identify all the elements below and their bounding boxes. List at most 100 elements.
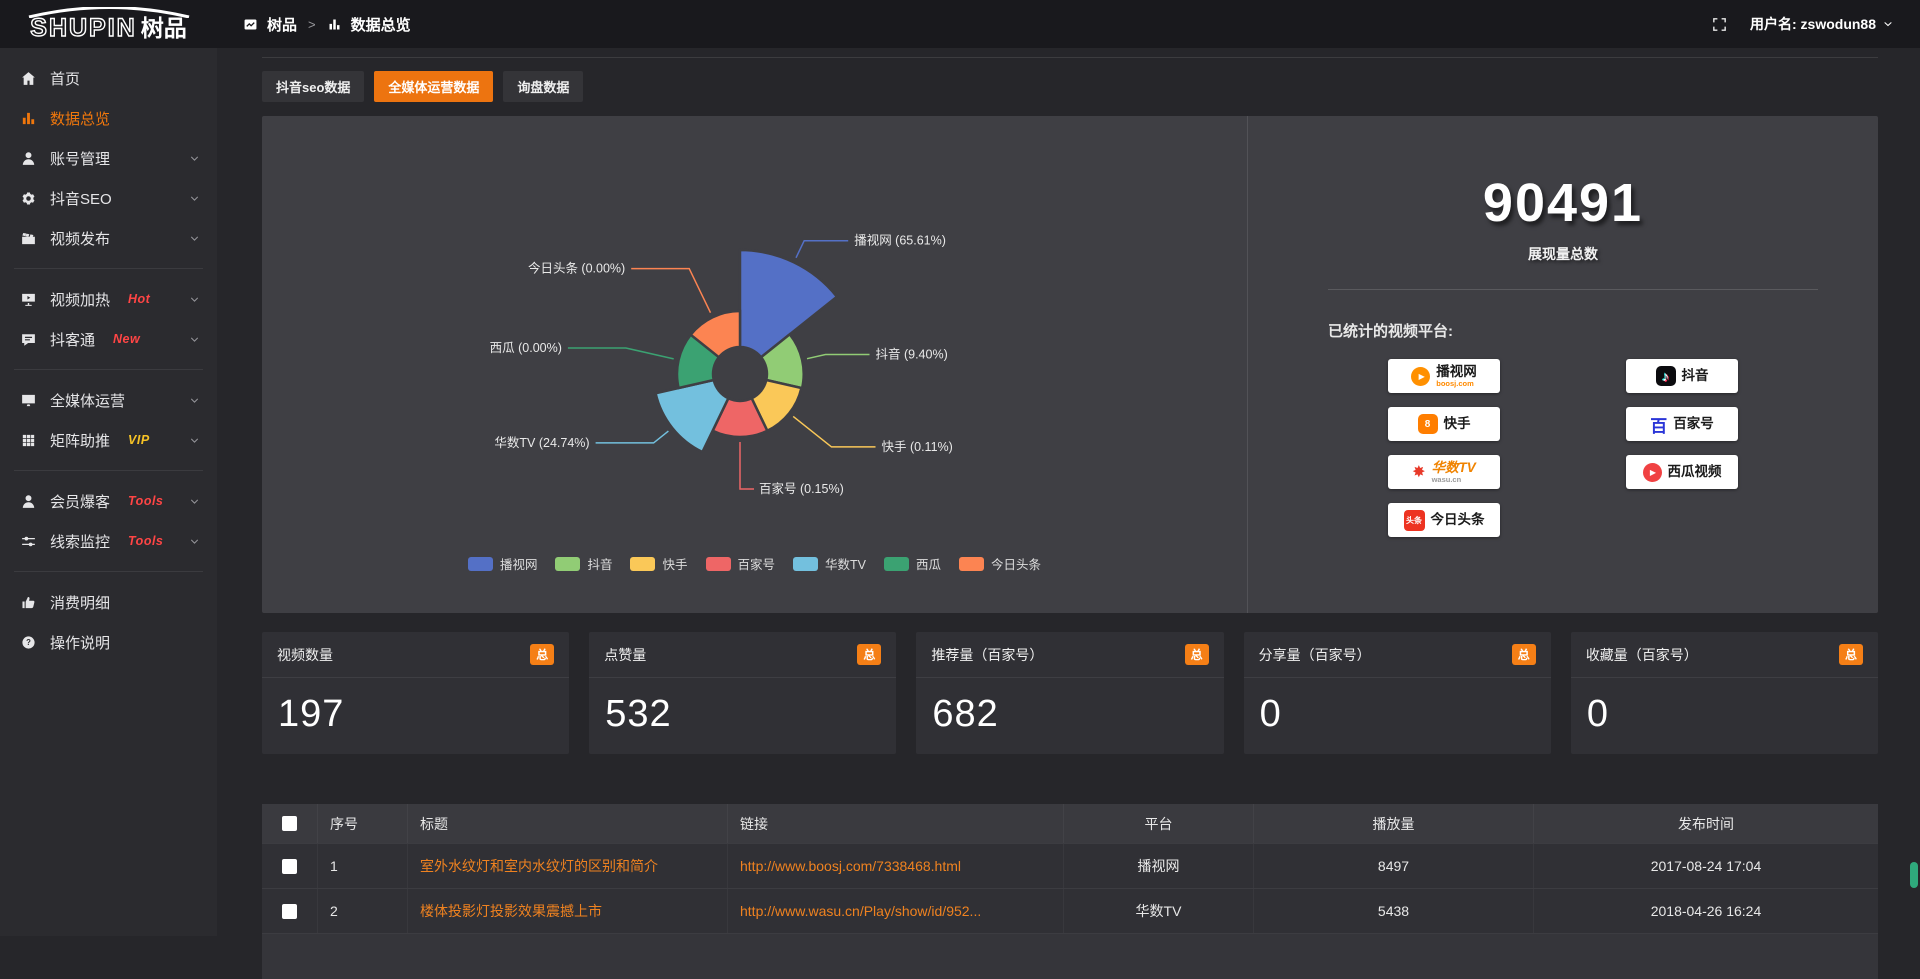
username-label: 用户名: zswodun88 [1750,14,1876,34]
sidebar-item-consume-detail[interactable]: 消费明细 [0,582,217,622]
cell-time: 2017-08-24 17:04 [1534,844,1878,888]
legend-item-wasu[interactable]: 华数TV [793,554,866,573]
legend-item-toutiao[interactable]: 今日头条 [959,554,1041,573]
breadcrumb-current[interactable]: 数据总览 [351,14,411,35]
legend-item-kuaishou[interactable]: 快手 [630,554,687,573]
stat-card-value: 0 [1244,678,1551,751]
clapper-icon [20,230,37,247]
column-header-time: 发布时间 [1534,804,1878,843]
tab-inquiry-data[interactable]: 询盘数据 [503,71,583,102]
stat-card-total-badge[interactable]: 总 [1512,644,1536,665]
stat-card-value: 0 [1571,678,1878,751]
legend-chip [630,557,655,571]
legend-item-boosj[interactable]: 播视网 [468,554,538,573]
stat-card-recommend-count: 推荐量（百家号） 总 682 [916,632,1223,754]
sidebar-item-label: 数据总览 [50,108,110,129]
stat-card-total-badge[interactable]: 总 [530,644,554,665]
stat-card-total-badge[interactable]: 总 [1839,644,1863,665]
select-all-checkbox[interactable] [282,816,297,831]
pie-label: 华数TV (24.74%) [494,435,589,450]
platform-badge-kuaishou[interactable]: 8 快手 [1388,407,1500,441]
pie-label: 今日头条 (0.00%) [528,261,625,276]
main-content: 抖音seo数据全媒体运营数据询盘数据 播视网 (65.61%)抖音 (9.40%… [217,48,1920,936]
legend-chip [468,557,493,571]
video-url-link[interactable]: http://www.boosj.com/7338468.html [740,858,961,874]
platform-badge-toutiao[interactable]: 头条 今日头条 [1388,503,1500,537]
breadcrumb-root[interactable]: 树品 [267,14,297,35]
sidebar-item-label: 视频发布 [50,228,110,249]
user-menu[interactable]: 用户名: zswodun88 [1750,14,1894,34]
table-row: 2 楼体投影灯投影效果震撼上市 http://www.wasu.cn/Play/… [262,889,1878,934]
cell-plays: 5438 [1254,889,1534,933]
sidebar-item-video-heat[interactable]: 视频加热 Hot [0,279,217,319]
tab-douyin-seo-data[interactable]: 抖音seo数据 [262,71,364,102]
sidebar-item-member-baoke[interactable]: 会员爆客 Tools [0,481,217,521]
data-tabs: 抖音seo数据全媒体运营数据询盘数据 [262,71,1878,102]
sidebar-item-operation-guide[interactable]: ? 操作说明 [0,622,217,662]
sidebar-item-douyin-seo[interactable]: 抖音SEO [0,178,217,218]
legend-chip [706,557,731,571]
pie-label-line [596,431,669,443]
platform-badge-boosj[interactable]: ▶ 播视网 boosj.com [1388,359,1500,393]
cell-no: 1 [318,844,408,888]
sidebar-item-home[interactable]: 首页 [0,58,217,98]
pie-label: 百家号 (0.15%) [759,481,844,496]
video-title-link[interactable]: 楼体投影灯投影效果震撼上市 [420,901,602,921]
sidebar-item-matrix-boost[interactable]: 矩阵助推 VIP [0,420,217,460]
platform-name: 百家号 [1673,417,1714,431]
table-row: 1 室外水纹灯和室内水纹灯的区别和简介 http://www.boosj.com… [262,844,1878,889]
baijiahao-logo-icon: 百 [1650,412,1667,437]
pie-label-line [631,269,710,313]
row-checkbox[interactable] [282,904,297,919]
sidebar-item-badge: Tools [128,494,163,508]
thumb-icon [20,594,37,611]
cell-platform: 播视网 [1064,844,1254,888]
platform-badge-wasu[interactable]: ✸ 华数TV wasu.cn [1388,455,1500,489]
legend-item-xigua[interactable]: 西瓜 [884,554,941,573]
platform-badge-xigua[interactable]: ▶ 西瓜视频 [1626,455,1738,489]
legend-item-baijiahao[interactable]: 百家号 [706,554,776,573]
video-title-link[interactable]: 室外水纹灯和室内水纹灯的区别和简介 [420,856,658,876]
video-url-link[interactable]: http://www.wasu.cn/Play/show/id/952... [740,903,981,919]
sidebar-item-account-management[interactable]: 账号管理 [0,138,217,178]
platform-badges: ▶ 播视网 boosj.com 8 快手 ✸ 华数TV wasu.cn [1248,359,1878,537]
chart-legend: 播视网 抖音 快手 百家号 华数TV 西瓜 今日头条 [262,554,1247,573]
platform-name: 华数TV [1432,461,1476,475]
pie-slice-wasu[interactable] [656,380,729,452]
fullscreen-button[interactable] [1711,16,1728,33]
platform-badge-douyin[interactable]: ♪ 抖音 [1626,359,1738,393]
sidebar-item-media-operation[interactable]: 全媒体运营 [0,380,217,420]
row-checkbox[interactable] [282,859,297,874]
column-header-plays: 播放量 [1254,804,1534,843]
platform-sub: boosj.com [1436,380,1474,388]
platform-name: 播视网 [1436,365,1477,379]
question-icon: ? [20,634,37,651]
sidebar-item-badge: Tools [128,534,163,548]
sidebar-item-label: 全媒体运营 [50,390,125,411]
scrollbar-thumb[interactable] [1910,862,1918,888]
stat-card-total-badge[interactable]: 总 [857,644,881,665]
stat-card-value: 197 [262,678,569,751]
platform-name: 快手 [1444,417,1471,431]
legend-label: 播视网 [500,554,538,573]
sidebar-item-video-publish[interactable]: 视频发布 [0,218,217,258]
sidebar-item-data-overview[interactable]: 数据总览 [0,98,217,138]
person-icon [20,493,37,510]
column-header-link: 链接 [728,804,1064,843]
chevron-icon [188,495,201,508]
breadcrumb-separator: > [308,17,316,32]
sidebar-item-label: 线索监控 [50,531,110,552]
chevron-icon [188,535,201,548]
tab-media-operation-data[interactable]: 全媒体运营数据 [374,71,493,102]
kuaishou-logo-icon: 8 [1418,414,1438,434]
platform-name: 今日头条 [1431,513,1485,527]
user-icon [20,150,37,167]
legend-item-douyin[interactable]: 抖音 [555,554,612,573]
sidebar-divider [14,571,203,572]
stat-card-total-badge[interactable]: 总 [1185,644,1209,665]
sidebar-item-clue-monitor[interactable]: 线索监控 Tools [0,521,217,561]
sidebar-item-douketong[interactable]: 抖客通 New [0,319,217,359]
cell-no: 2 [318,889,408,933]
platform-badge-baijiahao[interactable]: 百 百家号 [1626,407,1738,441]
platform-name: 西瓜视频 [1668,465,1722,479]
